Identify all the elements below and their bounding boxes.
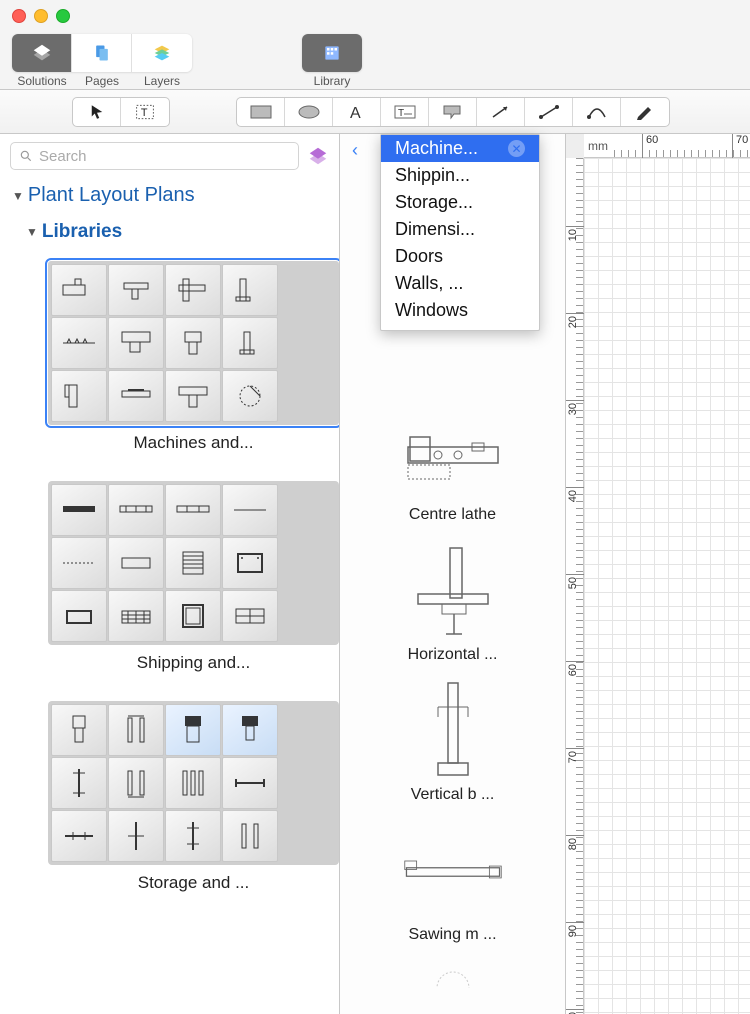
layers-label: Layers [132,74,192,88]
dditem-label: Windows [395,300,468,321]
tree-sub-label: Libraries [42,221,122,243]
disclosure-triangle-icon: ▼ [26,225,38,239]
tree-section-plant-layout[interactable]: ▼ Plant Layout Plans [0,178,339,213]
tree-sub-libraries[interactable]: Libraries [38,213,142,251]
ruler-tick-label: 10 [567,229,579,241]
solutions-label: Solutions [12,74,72,88]
canvas-grid[interactable] [584,158,750,1014]
library-group-label: Shipping and... [48,653,339,673]
tree-section-label: Plant Layout Plans [28,184,195,207]
dropdown-item-machines[interactable]: Machine... ✕ [381,135,539,162]
library-group-shipping[interactable] [48,481,339,645]
ruler-horizontal: mm 60 70 [584,134,750,158]
shape-item-centre-lathe[interactable]: Centre lathe [398,398,508,524]
library-group-machines[interactable] [48,261,339,425]
ruler-tick-label: 90 [567,925,579,937]
zoom-window-button[interactable] [56,9,70,23]
dropdown-item-doors[interactable]: Doors [381,243,539,270]
svg-text:A: A [350,105,361,121]
shape-label: Horizontal ... [408,646,498,664]
pen-tool[interactable] [621,98,669,126]
text-select-tool[interactable]: T [121,98,169,126]
ruler-tick-label: 50 [567,577,579,589]
dditem-label: Walls, ... [395,273,463,294]
solutions-sidebar: ▼ Plant Layout Plans ▼ Libraries [0,134,340,1014]
dropdown-item-storage[interactable]: Storage... [381,189,539,216]
dditem-label: Storage... [395,192,473,213]
ruler-tick-label: 20 [567,316,579,328]
textbox-tool[interactable]: T [381,98,429,126]
dropdown-item-dimensions[interactable]: Dimensi... [381,216,539,243]
curve-tool[interactable] [573,98,621,126]
ruler-tick-label: 60 [567,664,579,676]
dropdown-item-walls[interactable]: Walls, ... [381,270,539,297]
search-box[interactable] [10,142,299,170]
library-group-label: Storage and ... [48,873,339,893]
ellipse-tool[interactable] [285,98,333,126]
solutions-button[interactable] [12,34,72,72]
library-dropdown: Machine... ✕ Shippin... Storage... Dimen… [380,134,540,331]
dropdown-item-windows[interactable]: Windows [381,297,539,324]
line-tool[interactable] [525,98,573,126]
callout-tool[interactable] [429,98,477,126]
solutions-icon[interactable] [307,145,329,167]
pages-label: Pages [72,74,132,88]
close-window-button[interactable] [12,9,26,23]
rectangle-tool[interactable] [237,98,285,126]
minimize-window-button[interactable] [34,9,48,23]
pointer-tool[interactable] [73,98,121,126]
dditem-label: Machine... [395,138,478,159]
shape-label: Sawing m ... [408,926,496,944]
ruler-tick-label: 60 [646,134,658,146]
search-input[interactable] [39,148,290,165]
svg-text:T: T [141,107,148,119]
shape-toolbar: T A T [0,90,750,134]
arrow-line-tool[interactable] [477,98,525,126]
dropdown-item-shipping[interactable]: Shippin... [381,162,539,189]
svg-text:T: T [398,108,404,119]
dditem-label: Doors [395,246,443,267]
close-icon[interactable]: ✕ [508,140,525,157]
ruler-vertical: 10 20 30 40 50 60 70 80 90 100 [566,158,584,1014]
ruler-unit: mm [588,139,608,153]
back-chevron-icon[interactable]: ‹ [348,140,362,161]
main-toolbar: Solutions Pages Layers Library [0,32,750,90]
shape-label: Vertical b ... [411,786,495,804]
library-group-label: Machines and... [48,433,339,453]
layers-button[interactable] [132,34,192,72]
shape-item-horizontal[interactable]: Horizontal ... [398,538,508,664]
ruler-tick-label: 40 [567,490,579,502]
drawing-canvas[interactable]: mm 60 70 10 20 30 40 50 60 70 80 90 100 [566,134,750,1014]
shape-item-sawing[interactable]: Sawing m ... [398,818,508,944]
ruler-tick-label: 70 [736,134,748,146]
titlebar [0,0,750,32]
ruler-tick-label: 80 [567,838,579,850]
dditem-label: Dimensi... [395,219,475,240]
disclosure-triangle-icon: ▼ [12,189,24,203]
library-label: Library [314,74,351,88]
ruler-tick-label: 30 [567,403,579,415]
dditem-label: Shippin... [395,165,470,186]
search-icon [19,149,33,163]
shape-item-vertical[interactable]: Vertical b ... [398,678,508,804]
ruler-tick-label: 70 [567,751,579,763]
library-group-storage[interactable] [48,701,339,865]
pages-button[interactable] [72,34,132,72]
library-panel: ‹ Machine... ✕ Shippin... Storage... Dim… [340,134,566,1014]
library-button[interactable] [302,34,362,72]
text-tool[interactable]: A [333,98,381,126]
shape-item-partial[interactable] [398,958,508,988]
shape-label: Centre lathe [409,506,496,524]
